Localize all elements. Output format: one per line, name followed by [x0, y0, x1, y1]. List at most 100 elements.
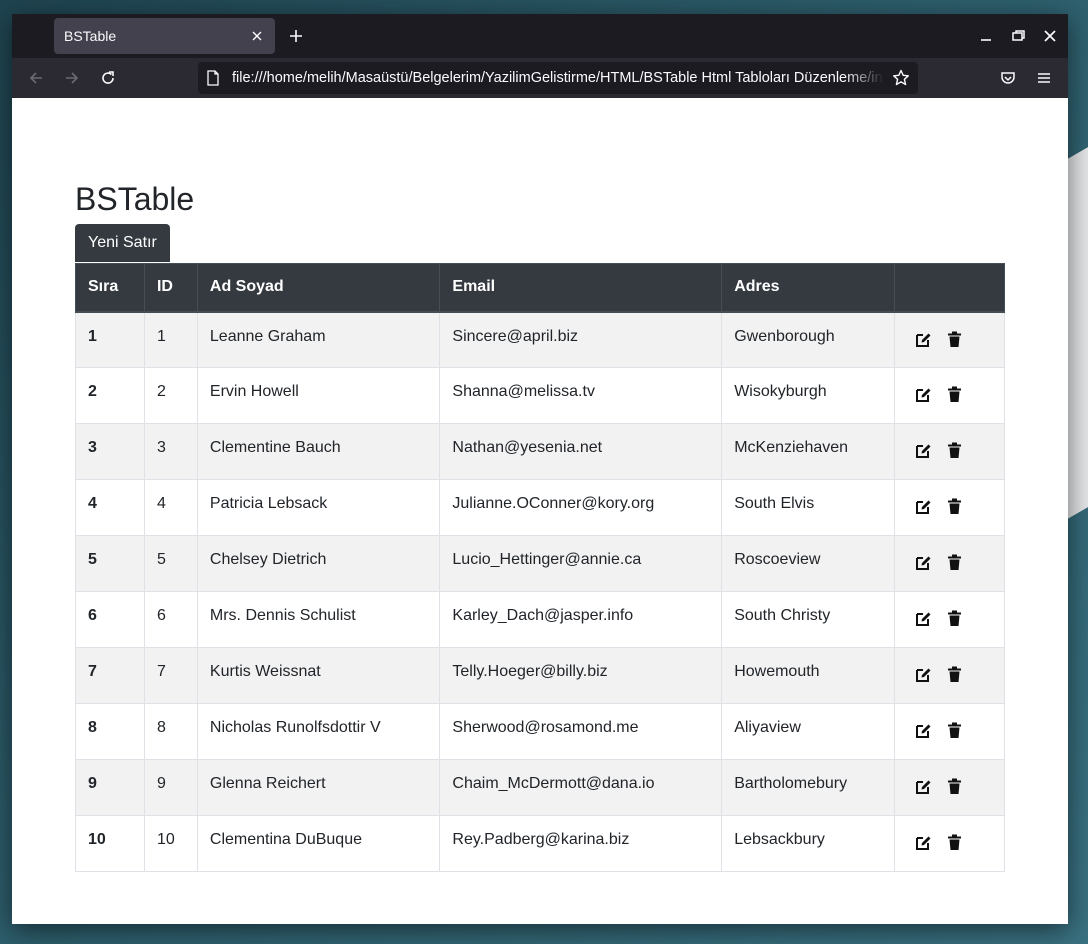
cell-ad-soyad: Clementina DuBuque [196, 815, 441, 872]
edit-icon[interactable] [915, 722, 932, 739]
cell-actions [894, 591, 1005, 648]
cell-email: Lucio_Hettinger@annie.ca [439, 535, 723, 592]
cell-adres: Wisokyburgh [721, 367, 896, 424]
column-header-id: ID [143, 263, 198, 313]
cell-ad-soyad: Glenna Reichert [196, 759, 441, 816]
cell-sira: 9 [75, 759, 145, 816]
close-tab-icon[interactable] [249, 28, 265, 44]
cell-email: Sherwood@rosamond.me [439, 703, 723, 760]
cell-sira: 3 [75, 423, 145, 480]
cell-sira: 5 [75, 535, 145, 592]
delete-icon[interactable] [946, 778, 963, 795]
edit-icon[interactable] [915, 778, 932, 795]
page-title: BSTable [75, 181, 195, 217]
cell-sira: 10 [75, 815, 145, 872]
tab-title: BSTable [64, 28, 117, 44]
cell-actions [894, 647, 1005, 704]
cell-actions [894, 423, 1005, 480]
delete-icon[interactable] [946, 722, 963, 739]
cell-email: Rey.Padberg@karina.biz [439, 815, 723, 872]
menu-icon[interactable] [1034, 68, 1054, 88]
minimize-icon[interactable] [976, 26, 996, 46]
cell-ad-soyad: Chelsey Dietrich [196, 535, 441, 592]
cell-email: Karley_Dach@jasper.info [439, 591, 723, 648]
cell-actions [894, 311, 1005, 368]
delete-icon[interactable] [946, 834, 963, 851]
cell-adres: McKenziehaven [721, 423, 896, 480]
cell-sira: 4 [75, 479, 145, 536]
table-row: 1 1 Leanne Graham Sincere@april.biz Gwenboro… [75, 311, 1005, 368]
pocket-icon[interactable] [998, 68, 1018, 88]
cell-id: 9 [143, 759, 198, 816]
table-header-row: Sıra ID Ad Soyad Email Adres [75, 263, 1005, 313]
browser-window: BSTable file:///home/melih/Masaüstü/Belg… [12, 14, 1068, 924]
delete-icon[interactable] [946, 666, 963, 683]
cell-id: 4 [143, 479, 198, 536]
cell-ad-soyad: Patricia Lebsack [196, 479, 441, 536]
edit-icon[interactable] [915, 610, 932, 627]
new-row-button[interactable]: Yeni Satır [75, 224, 170, 262]
delete-icon[interactable] [946, 610, 963, 627]
edit-icon[interactable] [915, 498, 932, 515]
page-content: BSTable Yeni Satır Sıra ID Ad Soyad Emai… [12, 98, 1068, 924]
delete-icon[interactable] [946, 442, 963, 459]
browser-toolbar: file:///home/melih/Masaüstü/Belgelerim/Y… [12, 58, 1068, 98]
edit-icon[interactable] [915, 834, 932, 851]
cell-email: Nathan@yesenia.net [439, 423, 723, 480]
new-tab-icon[interactable] [286, 26, 306, 46]
table-row: 4 4 Patricia Lebsack Julianne.OConner@kory.… [75, 479, 1005, 536]
column-header-email: Email [439, 263, 723, 313]
cell-adres: Lebsackbury [721, 815, 896, 872]
cell-adres: Bartholomebury [721, 759, 896, 816]
cell-email: Chaim_McDermott@dana.io [439, 759, 723, 816]
cell-adres: Roscoeview [721, 535, 896, 592]
delete-icon[interactable] [946, 498, 963, 515]
cell-adres: Aliyaview [721, 703, 896, 760]
cell-id: 3 [143, 423, 198, 480]
delete-icon[interactable] [946, 331, 963, 348]
cell-sira: 2 [75, 367, 145, 424]
row-actions [907, 548, 992, 571]
table-row: 2 2 Ervin Howell Shanna@melissa.tv Wisokybur… [75, 367, 1005, 424]
delete-icon[interactable] [946, 554, 963, 571]
back-arrow-icon[interactable] [26, 68, 46, 88]
restore-icon[interactable] [1008, 26, 1028, 46]
edit-icon[interactable] [915, 554, 932, 571]
cell-actions [894, 759, 1005, 816]
row-actions [907, 772, 992, 795]
cell-ad-soyad: Ervin Howell [196, 367, 441, 424]
cell-id: 6 [143, 591, 198, 648]
cell-ad-soyad: Mrs. Dennis Schulist [196, 591, 441, 648]
cell-actions [894, 535, 1005, 592]
reload-icon[interactable] [98, 68, 118, 88]
forward-arrow-icon[interactable] [62, 68, 82, 88]
browser-tab[interactable]: BSTable [54, 18, 275, 54]
cell-ad-soyad: Leanne Graham [196, 311, 441, 368]
cell-ad-soyad: Nicholas Runolfsdottir V [196, 703, 441, 760]
edit-icon[interactable] [915, 386, 932, 403]
row-actions [907, 604, 992, 627]
delete-icon[interactable] [946, 386, 963, 403]
cell-adres: Howemouth [721, 647, 896, 704]
table-row: 8 8 Nicholas Runolfsdottir V Sherwood@rosam… [75, 703, 1005, 760]
row-actions [907, 660, 992, 683]
cell-actions [894, 367, 1005, 424]
bookmark-star-icon[interactable] [892, 69, 910, 87]
table-row: 5 5 Chelsey Dietrich Lucio_Hettinger@annie.… [75, 535, 1005, 592]
cell-sira: 8 [75, 703, 145, 760]
cell-sira: 1 [75, 311, 145, 368]
cell-ad-soyad: Clementine Bauch [196, 423, 441, 480]
cell-adres: South Elvis [721, 479, 896, 536]
url-text: file:///home/melih/Masaüstü/Belgelerim/Y… [232, 70, 884, 86]
cell-sira: 6 [75, 591, 145, 648]
browser-titlebar: BSTable [12, 14, 1068, 58]
table-row: 3 3 Clementine Bauch Nathan@yesenia.net McKe… [75, 423, 1005, 480]
cell-id: 10 [143, 815, 198, 872]
edit-icon[interactable] [915, 666, 932, 683]
cell-email: Shanna@melissa.tv [439, 367, 723, 424]
edit-icon[interactable] [915, 331, 932, 348]
page-info-icon[interactable] [206, 70, 220, 86]
close-window-icon[interactable] [1040, 26, 1060, 46]
edit-icon[interactable] [915, 442, 932, 459]
address-bar[interactable]: file:///home/melih/Masaüstü/Belgelerim/Y… [198, 62, 918, 94]
